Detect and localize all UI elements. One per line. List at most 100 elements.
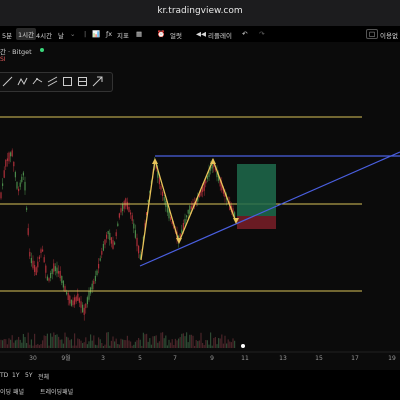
range-ytd[interactable]: TD <box>0 372 8 379</box>
volume-bar <box>139 339 141 348</box>
range-5y[interactable]: 5Y <box>25 372 32 379</box>
trendline-tool-icon[interactable] <box>2 76 13 87</box>
target-zone[interactable] <box>237 164 276 216</box>
volume-bar <box>194 345 196 348</box>
pattern-tool-icon[interactable] <box>17 76 28 87</box>
volume-bar <box>35 344 37 348</box>
alert-icon[interactable]: ⏰ <box>157 30 165 38</box>
candle-body <box>32 260 34 269</box>
volume-bar <box>99 339 101 348</box>
undo-icon[interactable]: ↶ <box>242 30 247 38</box>
interval-5m[interactable]: 5분 <box>2 30 12 40</box>
replay-button[interactable]: 리플레이 <box>208 30 232 40</box>
candle-body <box>123 201 125 209</box>
volume-bar <box>131 345 133 348</box>
volume-bar <box>219 338 221 348</box>
indicators-icon[interactable]: ƒx <box>106 30 112 38</box>
volume-bar <box>133 344 135 348</box>
range-1y[interactable]: 1Y <box>12 372 19 379</box>
candle-body <box>5 159 7 167</box>
range-all[interactable]: 전체 <box>38 372 49 381</box>
parallel-channel-icon[interactable] <box>47 76 58 87</box>
candle-body <box>42 249 44 252</box>
candle-body <box>61 275 63 283</box>
candle-body <box>181 229 183 233</box>
volume-bar <box>195 339 197 348</box>
symbol-label[interactable]: 간 · Bitget <box>0 46 32 56</box>
volume-bar <box>221 334 223 348</box>
panel-tab-2[interactable]: 트레이딩패널 <box>40 387 73 396</box>
candle-body <box>118 213 120 218</box>
arrow-tool-icon[interactable] <box>92 76 103 87</box>
volume-bar <box>91 340 93 348</box>
volume-bar <box>163 338 165 348</box>
volume-bar <box>82 343 84 348</box>
volume-bar <box>109 345 111 348</box>
volume-bar <box>144 334 146 348</box>
volume-bar <box>147 341 149 348</box>
stop-zone[interactable] <box>237 216 276 229</box>
volume-bar <box>13 342 15 348</box>
volume-bar <box>48 345 50 348</box>
volume-bar <box>192 335 194 348</box>
candle-body <box>74 297 76 305</box>
panel-tab-1[interactable]: 이딩 패널 <box>0 387 24 396</box>
candle-body <box>51 269 53 274</box>
volume-bar <box>174 338 176 348</box>
volume-bar <box>160 332 162 348</box>
candle-body <box>54 266 56 272</box>
volume-bar <box>0 339 2 348</box>
volume-bar <box>138 337 140 348</box>
candle-body <box>37 261 39 268</box>
volume-bar <box>171 339 173 348</box>
candle-body <box>11 150 13 157</box>
chart-type-icon[interactable]: 📊 <box>92 30 100 38</box>
candle-body <box>0 192 2 199</box>
volume-bar <box>123 339 125 348</box>
volume-bar <box>16 339 18 348</box>
replay-icon[interactable]: ◀◀ <box>196 30 206 38</box>
candle-body <box>38 256 40 260</box>
volume-bar <box>96 345 98 348</box>
volume-bar <box>218 338 220 348</box>
chevron-down-icon[interactable]: ⌄ <box>70 30 75 38</box>
candle-body <box>26 207 28 210</box>
candle-body <box>18 188 20 192</box>
anchor-point[interactable] <box>241 344 245 348</box>
candle-body <box>56 267 58 274</box>
candle-body <box>112 240 114 249</box>
long-position-icon[interactable] <box>77 76 88 87</box>
layout-button[interactable]: □ <box>366 29 379 39</box>
candle-body <box>69 295 71 304</box>
rectangle-tool-icon[interactable] <box>62 76 73 87</box>
candle-body <box>45 265 47 273</box>
volume-bar <box>158 341 160 348</box>
candle-body <box>62 280 64 288</box>
volume-bar <box>59 339 61 348</box>
interval-4h[interactable]: 4시간 <box>36 30 52 40</box>
volume-bar <box>122 339 124 348</box>
volume-bar <box>128 340 130 348</box>
volume-bar <box>101 342 103 348</box>
candle-body <box>160 185 162 190</box>
alert-button[interactable]: 얼럿 <box>170 30 182 40</box>
interval-1h[interactable]: 1시간 <box>16 28 37 40</box>
candle-body <box>35 267 37 276</box>
candle-body <box>136 237 138 247</box>
layout-label[interactable]: 이용없 <box>380 30 398 40</box>
candle-body <box>22 172 24 176</box>
interval-day[interactable]: 날 <box>58 30 64 40</box>
candle-body <box>202 187 204 193</box>
redo-icon[interactable]: ↷ <box>259 30 264 38</box>
templates-icon[interactable]: ▦ <box>136 30 142 38</box>
volume-bar <box>125 340 127 348</box>
candle-body <box>122 204 124 212</box>
candle-body <box>138 245 140 254</box>
path-tool-icon[interactable] <box>32 76 43 87</box>
indicators-button[interactable]: 지표 <box>117 30 129 40</box>
divider: | <box>84 30 87 38</box>
volume-bar <box>211 345 213 348</box>
candle-body <box>99 258 101 261</box>
volume-bar <box>166 345 168 348</box>
url-text[interactable]: kr.tradingview.com <box>0 6 400 16</box>
